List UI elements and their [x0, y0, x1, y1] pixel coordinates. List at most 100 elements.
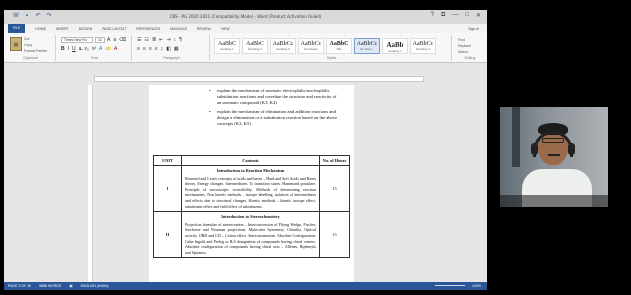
- tab-file[interactable]: FILE: [8, 24, 26, 33]
- syllabus-table: UNIT Contents No. of Hours I Introductio…: [153, 155, 350, 259]
- unit-title: Introduction to Reaction Mechanism: [216, 168, 285, 173]
- hours-cell: 15: [319, 211, 350, 259]
- highlight-icon[interactable]: ab: [105, 46, 111, 52]
- decrease-indent-icon[interactable]: ⇤: [159, 37, 163, 43]
- style-heading-1-alt[interactable]: AaBb Heading 1: [382, 38, 408, 54]
- unit-cell: II: [153, 211, 182, 259]
- editing-group: Find Replace Select Editing: [454, 35, 486, 61]
- ribbon-tabs: FILE HOME INSERT DESIGN PAGE LAYOUT REFE…: [4, 24, 487, 33]
- shading-icon[interactable]: ◧: [166, 46, 171, 52]
- increase-indent-icon[interactable]: ⇥: [166, 37, 170, 43]
- sign-in-link[interactable]: Sign in: [468, 27, 479, 31]
- line-spacing-icon[interactable]: ↨: [161, 46, 164, 52]
- italic-button[interactable]: I: [68, 46, 69, 52]
- word-count[interactable]: 5888 WORDS: [39, 282, 61, 290]
- subscript-button[interactable]: x₂: [84, 46, 88, 52]
- title-bar: W ▪ ↶ ↷ CBS - PG 2020 2021 (Compatibilit…: [4, 10, 487, 24]
- grow-font-icon[interactable]: A: [107, 37, 110, 43]
- tab-view[interactable]: VIEW: [221, 27, 230, 31]
- tab-review[interactable]: REVIEW: [197, 27, 211, 31]
- font-name-select[interactable]: Times New Ro: [61, 37, 93, 43]
- hours-cell: 15: [319, 164, 350, 213]
- sort-icon[interactable]: ↕: [174, 37, 177, 43]
- bullet-icon: •: [209, 109, 211, 114]
- format-painter-button[interactable]: Format Painter: [24, 49, 47, 53]
- shrink-font-icon[interactable]: a: [113, 37, 116, 43]
- bold-button[interactable]: B: [61, 46, 65, 52]
- align-left-icon[interactable]: ≡: [137, 46, 140, 52]
- style-heading-2[interactable]: AaBbC Heading 2: [242, 38, 268, 54]
- editing-group-label: Editing: [464, 56, 476, 60]
- font-group: Times New Ro 12 A a ⌫ B I U a̶ x₂ x² A a…: [58, 35, 132, 61]
- document-page[interactable]: • explain the mechanism of aromatic elec…: [149, 85, 354, 290]
- clipboard-icon: ▤: [13, 42, 19, 48]
- header-hours: No. of Hours: [319, 155, 350, 166]
- help-button[interactable]: ?: [431, 12, 434, 19]
- page-count[interactable]: PAGE 3 OF 30: [8, 282, 31, 290]
- superscript-button[interactable]: x²: [92, 46, 96, 52]
- style-heading-4[interactable]: AaBbCc Heading 4: [410, 38, 436, 54]
- ribbon-display-button[interactable]: ⧉: [441, 12, 445, 19]
- font-color-icon[interactable]: A: [114, 46, 117, 52]
- proofing-icon[interactable]: ▣: [69, 282, 72, 290]
- maximize-button[interactable]: □: [465, 12, 469, 19]
- strikethrough-button[interactable]: a̶: [79, 46, 82, 52]
- window-controls: ? ⧉ — □ ✕: [431, 12, 481, 19]
- contents-cell: Introduction to Reaction Mechanism Bröns…: [181, 164, 320, 213]
- header-unit: UNIT: [153, 155, 182, 166]
- clipboard-group-label: Clipboard: [23, 56, 38, 60]
- unit-cell: I: [153, 164, 182, 213]
- style-heading-3[interactable]: AaBbCc Heading 3: [270, 38, 296, 54]
- font-group-label: Font: [90, 56, 98, 60]
- style-emphasis[interactable]: AaBbCc Emphasis: [298, 38, 324, 54]
- numbering-icon[interactable]: ☷: [144, 37, 148, 43]
- multilevel-list-icon[interactable]: ≣: [152, 37, 156, 43]
- find-button[interactable]: Find: [458, 38, 471, 42]
- unit-title: Introduction to Stereochemistry: [221, 214, 280, 220]
- tab-mailings[interactable]: MAILINGS: [170, 27, 187, 31]
- style-title[interactable]: AaBbC Title: [326, 38, 352, 54]
- tab-design[interactable]: DESIGN: [79, 27, 92, 31]
- tab-page-layout[interactable]: PAGE LAYOUT: [102, 27, 126, 31]
- webcam-feed: [500, 107, 608, 207]
- tab-home[interactable]: HOME: [35, 27, 46, 31]
- cut-button[interactable]: Cut: [24, 37, 47, 41]
- unit-text: Projection formulae of stereocenters – I…: [185, 221, 316, 255]
- bullet-icon: •: [209, 88, 211, 93]
- list-item: • explain the mechanism of elimination a…: [209, 109, 338, 126]
- underline-button[interactable]: U: [72, 46, 76, 52]
- justify-icon[interactable]: ≡: [155, 46, 158, 52]
- horizontal-ruler[interactable]: [94, 76, 424, 82]
- borders-icon[interactable]: ▦: [174, 46, 179, 52]
- close-button[interactable]: ✕: [476, 12, 481, 19]
- align-center-icon[interactable]: ≡: [143, 46, 146, 52]
- table-header-row: UNIT Contents No. of Hours: [153, 155, 350, 166]
- bullet-list: • explain the mechanism of aromatic elec…: [209, 88, 341, 130]
- replace-button[interactable]: Replace: [458, 44, 471, 48]
- style-heading-1[interactable]: AaBbC Heading 1: [214, 38, 240, 54]
- text-effects-icon[interactable]: A: [99, 46, 102, 52]
- font-size-select[interactable]: 12: [95, 37, 105, 43]
- style-no-spacing[interactable]: AaBbCc No Spac...: [354, 38, 380, 54]
- show-marks-icon[interactable]: ¶: [179, 37, 182, 43]
- paste-button[interactable]: ▤: [10, 37, 22, 51]
- zoom-slider[interactable]: [435, 285, 465, 286]
- tab-references[interactable]: REFERENCES: [136, 27, 160, 31]
- window-title: CBS - PG 2020 2021 (Compatibility Mode) …: [169, 14, 322, 19]
- paragraph-group-label: Paragraph: [163, 56, 180, 60]
- vertical-ruler[interactable]: [88, 85, 93, 285]
- word-window: W ▪ ↶ ↷ CBS - PG 2020 2021 (Compatibilit…: [4, 10, 487, 290]
- header-contents: Contents: [181, 155, 320, 166]
- table-row: II Introduction to Stereochemistry Proje…: [153, 211, 350, 259]
- tab-insert[interactable]: INSERT: [56, 27, 69, 31]
- select-button[interactable]: Select: [458, 50, 471, 54]
- align-right-icon[interactable]: ≡: [149, 46, 152, 52]
- clear-format-icon[interactable]: ⌫: [119, 37, 126, 43]
- copy-button[interactable]: Copy: [24, 43, 47, 47]
- zoom-level[interactable]: 100%: [472, 282, 481, 290]
- paragraph-group: ☰ ☷ ≣ ⇤ ⇥ ↕ ¶ ≡ ≡ ≡ ≡ ↨ ◧ ▦ Paragraph: [134, 35, 210, 61]
- bullets-icon[interactable]: ☰: [137, 37, 141, 43]
- language-indicator[interactable]: ENGLISH (INDIA): [81, 282, 109, 290]
- minimize-button[interactable]: —: [452, 12, 458, 19]
- clipboard-group: ▤ Cut Copy Format Painter Clipboard: [6, 35, 56, 61]
